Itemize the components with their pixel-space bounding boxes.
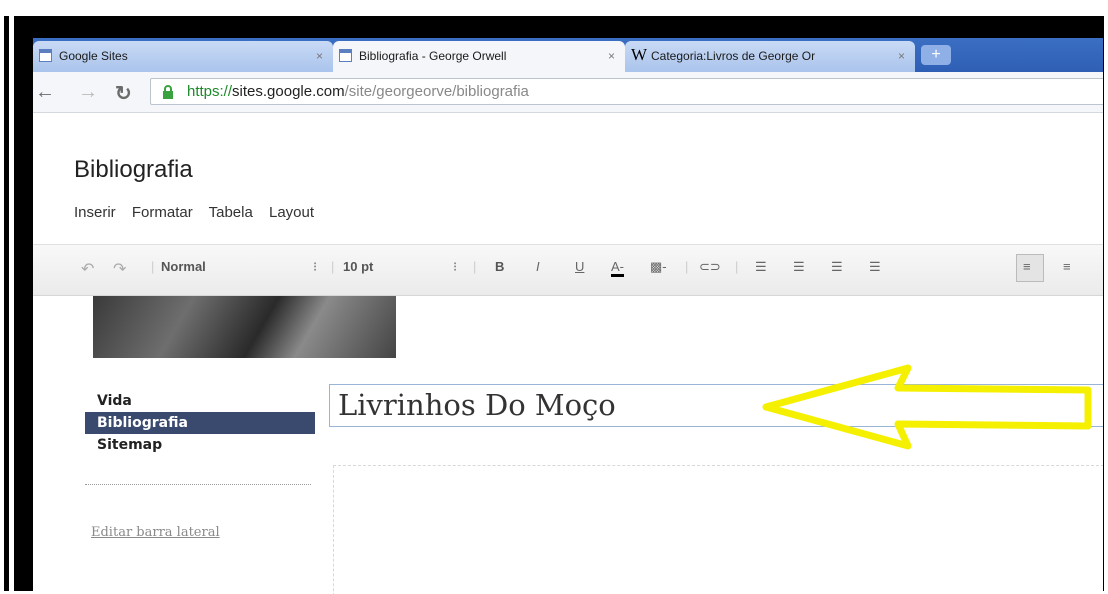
- site-sidebar: Vida Bibliografia Sitemap Editar barra l…: [85, 390, 315, 540]
- highlight-color-icon[interactable]: ▩-: [650, 259, 667, 275]
- reload-icon[interactable]: ↻: [115, 81, 132, 106]
- close-icon[interactable]: ×: [898, 49, 905, 63]
- site-header-photo: [93, 296, 396, 358]
- tab-bar: Google Sites × Bibliografia - George Orw…: [33, 38, 1103, 72]
- sites-page-icon: [39, 49, 52, 62]
- italic-icon[interactable]: I: [536, 259, 540, 274]
- editor-menu-bar: Inserir Formatar Tabela Layout: [74, 204, 326, 221]
- forward-arrow-icon[interactable]: →: [78, 81, 98, 104]
- tab-label: Bibliografia - George Orwell: [359, 49, 507, 63]
- tab-label: Google Sites: [59, 49, 128, 63]
- sidebar-item-bibliografia[interactable]: Bibliografia: [85, 412, 315, 434]
- underline-icon[interactable]: U: [575, 259, 584, 274]
- indent-less-icon[interactable]: ☰: [831, 259, 843, 275]
- bulleted-list-icon[interactable]: ☰: [793, 259, 805, 275]
- editor-toolbar: ↶ ↷ | Normal ⁝ | 10 pt ⁝ | B I U A- ▩- |…: [33, 244, 1103, 296]
- bold-icon[interactable]: B: [495, 259, 504, 274]
- annotation-arrow-icon: [762, 364, 1092, 450]
- sidebar-item-vida[interactable]: Vida: [85, 390, 315, 412]
- address-bar[interactable]: https://sites.google.com/site/georgeorve…: [150, 78, 1103, 105]
- sidebar-item-sitemap[interactable]: Sitemap: [85, 434, 315, 456]
- edit-sidebar-link[interactable]: Editar barra lateral: [85, 525, 315, 540]
- tab-categoria[interactable]: W Categoria:Livros de George Or ×: [625, 41, 915, 72]
- sidebar-divider: [85, 484, 311, 485]
- browser-toolbar: ← → ↻ https://sites.google.com/site/geor…: [33, 72, 1103, 113]
- indent-more-icon[interactable]: ☰: [869, 259, 881, 275]
- redo-icon[interactable]: ↷: [113, 259, 126, 279]
- menu-formatar[interactable]: Formatar: [132, 204, 193, 221]
- size-select[interactable]: 10 pt: [343, 259, 373, 274]
- chevron-down-icon[interactable]: ⁝: [313, 259, 317, 275]
- browser-window: Google Sites × Bibliografia - George Orw…: [33, 38, 1103, 594]
- numbered-list-icon[interactable]: ☰: [755, 259, 767, 275]
- chevron-down-icon[interactable]: ⁝: [453, 259, 457, 275]
- wikipedia-icon: W: [631, 45, 648, 64]
- style-select[interactable]: Normal: [161, 259, 206, 274]
- page-content-area[interactable]: [333, 465, 1103, 594]
- menu-tabela[interactable]: Tabela: [209, 204, 253, 221]
- tab-bibliografia[interactable]: Bibliografia - George Orwell ×: [333, 41, 625, 72]
- link-icon[interactable]: ⊂⊃: [699, 259, 721, 275]
- undo-icon[interactable]: ↶: [81, 259, 94, 279]
- lock-icon: [163, 85, 173, 99]
- close-icon[interactable]: ×: [608, 49, 615, 63]
- caption-strip: [0, 0, 1108, 16]
- tab-label: Categoria:Livros de George Or: [651, 49, 816, 63]
- page-title: Bibliografia: [74, 156, 193, 183]
- url-path: /site/georgeorve/bibliografia: [344, 83, 529, 100]
- new-tab-button[interactable]: +: [921, 45, 951, 65]
- frame-edge: [0, 16, 14, 591]
- back-arrow-icon[interactable]: ←: [35, 81, 55, 104]
- tab-google-sites[interactable]: Google Sites ×: [33, 41, 333, 72]
- url-scheme: https://: [187, 83, 233, 100]
- sites-page-icon: [339, 49, 352, 62]
- screenshot-frame: Google Sites × Bibliografia - George Orw…: [14, 16, 1104, 594]
- menu-layout[interactable]: Layout: [269, 204, 314, 221]
- url-host: sites.google.com: [232, 83, 345, 100]
- align-center-icon[interactable]: ≡: [1063, 259, 1071, 274]
- text-color-icon[interactable]: A-: [611, 259, 624, 277]
- close-icon[interactable]: ×: [316, 49, 323, 63]
- menu-inserir[interactable]: Inserir: [74, 204, 116, 221]
